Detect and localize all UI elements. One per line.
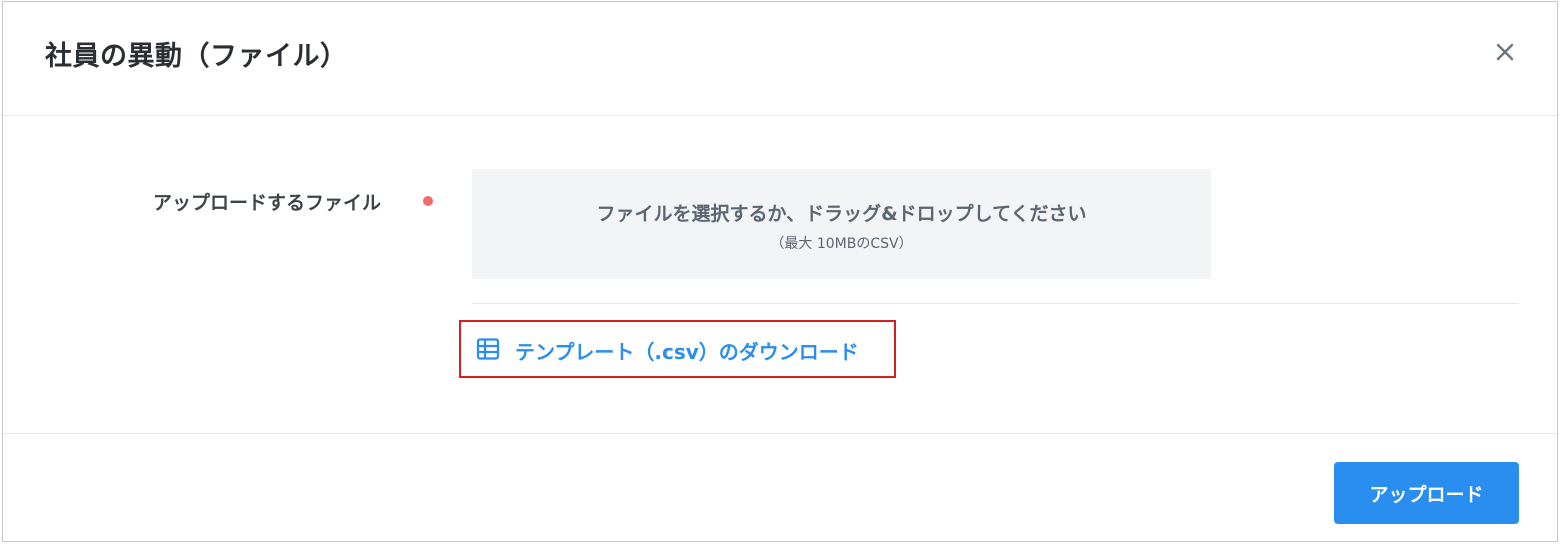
template-download-label: テンプレート（.csv）のダウンロード — [515, 340, 859, 364]
dialog-footer: アップロード — [3, 433, 1557, 544]
dialog-title: 社員の異動（ファイル） — [45, 41, 348, 72]
dropzone-instruction: ファイルを選択するか、ドラッグ&ドロップしてください — [596, 203, 1087, 225]
required-indicator — [423, 196, 433, 206]
template-download-link[interactable]: テンプレート（.csv）のダウンロード — [459, 320, 896, 378]
file-dropzone[interactable]: ファイルを選択するか、ドラッグ&ドロップしてください （最大 10MBのCSV） — [472, 169, 1211, 279]
dropzone-size-limit: （最大 10MBのCSV） — [770, 236, 913, 252]
table-icon — [476, 338, 500, 360]
upload-button[interactable]: アップロード — [1334, 462, 1519, 524]
divider — [472, 303, 1519, 304]
dialog-header: 社員の異動（ファイル） — [3, 2, 1557, 116]
close-button[interactable] — [1489, 36, 1521, 68]
dialog-body: アップロードするファイル ファイルを選択するか、ドラッグ&ドロップしてください … — [3, 116, 1557, 433]
file-field-label: アップロードするファイル — [153, 192, 382, 214]
file-upload-dialog: 社員の異動（ファイル） アップロードするファイル ファイルを選択するか、ドラッグ… — [2, 1, 1558, 542]
close-icon — [1496, 43, 1514, 61]
